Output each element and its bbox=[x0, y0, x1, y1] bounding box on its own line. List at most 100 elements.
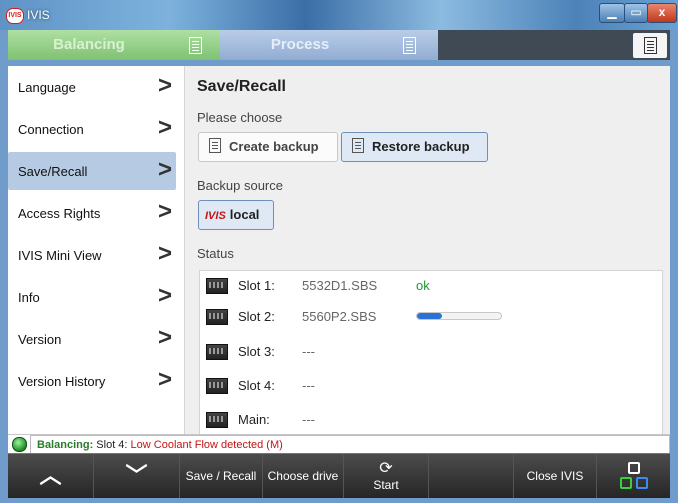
chevron-right-icon: > bbox=[158, 198, 173, 225]
minimize-button[interactable]: ▁ bbox=[599, 3, 625, 23]
chevron-right-icon: > bbox=[158, 366, 173, 393]
slot-card-icon bbox=[206, 344, 228, 360]
tab-process[interactable]: Process bbox=[220, 30, 380, 60]
slot-label: Slot 3: bbox=[238, 344, 275, 359]
ivis-logo: IVIS bbox=[205, 210, 226, 222]
status-prefix: Balancing: bbox=[37, 439, 94, 451]
chevron-up-icon: ︿ bbox=[39, 463, 62, 488]
slot-label: Slot 4: bbox=[238, 378, 275, 393]
close-ivis-button[interactable]: Close IVIS bbox=[514, 454, 597, 498]
network-icon-node bbox=[620, 477, 632, 489]
window-title: IVIS bbox=[27, 8, 50, 22]
slot-row: Slot 1: 5532D1.SBS ok bbox=[200, 275, 660, 299]
status-bar: Balancing: Slot 4: Low Coolant Flow dete… bbox=[8, 434, 670, 454]
sidebar-item-version[interactable]: Version > bbox=[8, 320, 176, 358]
close-window-button[interactable]: x bbox=[647, 3, 677, 23]
sidebar-item-mini-view[interactable]: IVIS Mini View > bbox=[8, 236, 176, 274]
tab-balancing[interactable]: Balancing bbox=[8, 30, 170, 60]
chevron-down-icon: ﹀ bbox=[125, 463, 148, 488]
slot-file: 5532D1.SBS bbox=[302, 278, 378, 293]
create-backup-button[interactable]: Create backup bbox=[198, 132, 338, 162]
status-message: Balancing: Slot 4: Low Coolant Flow dete… bbox=[30, 435, 670, 454]
slot-row: Slot 3: --- bbox=[200, 341, 660, 365]
status-label: Status bbox=[197, 246, 234, 261]
document-icon bbox=[643, 37, 657, 54]
sidebar-item-access-rights[interactable]: Access Rights > bbox=[8, 194, 176, 232]
restore-backup-button[interactable]: Restore backup bbox=[341, 132, 488, 162]
restore-backup-label: Restore backup bbox=[372, 139, 470, 154]
backup-icon bbox=[209, 138, 221, 153]
empty-slot bbox=[429, 454, 514, 498]
sidebar-item-version-history[interactable]: Version History > bbox=[8, 362, 176, 400]
page-title: Save/Recall bbox=[197, 78, 286, 95]
sidebar-item-info[interactable]: Info > bbox=[8, 278, 176, 316]
slot-row: Slot 2: 5560P2.SBS bbox=[200, 306, 660, 330]
slot-card-icon bbox=[206, 412, 228, 428]
sidebar-item-label: Language bbox=[18, 80, 76, 95]
save-recall-panel: Save/Recall Please choose Create backup … bbox=[185, 66, 670, 435]
slot-status-ok: ok bbox=[416, 278, 430, 293]
source-local-button[interactable]: IVIS local bbox=[198, 200, 274, 230]
chevron-right-icon: > bbox=[158, 156, 173, 183]
bottom-toolbar: ︿ ﹀ Save / Recall Choose drive ⟳ Start C… bbox=[8, 453, 670, 498]
start-label: Start bbox=[373, 478, 399, 492]
tab-strip: Balancing Process bbox=[8, 30, 670, 60]
status-warning: Low Coolant Flow detected (M) bbox=[130, 439, 283, 451]
network-button[interactable] bbox=[597, 454, 670, 498]
slot-label: Slot 1: bbox=[238, 278, 275, 293]
chevron-right-icon: > bbox=[158, 72, 173, 99]
sidebar-item-label: Info bbox=[18, 290, 40, 305]
slot-progress-fill bbox=[417, 313, 443, 319]
start-icon: ⟳ bbox=[379, 460, 393, 477]
status-led-icon bbox=[12, 437, 27, 452]
source-local-label: local bbox=[229, 207, 260, 222]
status-slot: Slot 4: bbox=[96, 439, 128, 451]
slot-card-icon bbox=[206, 378, 228, 394]
scroll-down-button[interactable]: ﹀ bbox=[94, 454, 180, 498]
ivis-window: IVIS IVIS ▁ ▭ x Balancing Process Langua… bbox=[0, 0, 678, 503]
tab-process-report[interactable] bbox=[380, 30, 438, 60]
sidebar-item-language[interactable]: Language > bbox=[8, 68, 176, 106]
slot-card-icon bbox=[206, 309, 228, 325]
save-recall-label: Save / Recall bbox=[185, 469, 257, 483]
sidebar-item-save-recall[interactable]: Save/Recall > bbox=[8, 152, 176, 190]
slot-file: --- bbox=[302, 412, 315, 427]
slot-file: --- bbox=[302, 378, 315, 393]
slot-progress-bar bbox=[416, 312, 502, 320]
sidebar-item-label: Access Rights bbox=[18, 206, 101, 221]
slot-row: Slot 4: --- bbox=[200, 375, 660, 399]
sidebar-item-label: IVIS Mini View bbox=[18, 248, 102, 263]
network-icon-node bbox=[636, 477, 648, 489]
settings-sidebar: Language > Connection > Save/Recall > Ac… bbox=[8, 66, 185, 434]
choose-drive-button[interactable]: Choose drive bbox=[263, 454, 344, 498]
report-button[interactable] bbox=[633, 33, 667, 58]
scroll-up-button[interactable]: ︿ bbox=[8, 454, 94, 498]
slot-file: 5560P2.SBS bbox=[302, 309, 377, 324]
slot-card-icon bbox=[206, 278, 228, 294]
chevron-right-icon: > bbox=[158, 282, 173, 309]
slot-label: Slot 2: bbox=[238, 309, 275, 324]
save-recall-button[interactable]: Save / Recall bbox=[180, 454, 263, 498]
start-button[interactable]: ⟳ Start bbox=[344, 454, 429, 498]
chevron-right-icon: > bbox=[158, 324, 173, 351]
status-list: Slot 1: 5532D1.SBS ok Slot 2: 5560P2.SBS… bbox=[199, 270, 663, 435]
title-bar: IVIS IVIS ▁ ▭ x bbox=[0, 0, 678, 30]
sidebar-item-connection[interactable]: Connection > bbox=[8, 110, 176, 148]
app-icon: IVIS bbox=[6, 8, 24, 24]
chevron-right-icon: > bbox=[158, 240, 173, 267]
create-backup-label: Create backup bbox=[229, 139, 319, 154]
slot-label: Main: bbox=[238, 412, 270, 427]
choose-drive-label: Choose drive bbox=[267, 469, 339, 483]
slot-row: Main: --- bbox=[200, 409, 660, 433]
choose-label: Please choose bbox=[197, 110, 283, 125]
sidebar-item-label: Version History bbox=[18, 374, 106, 389]
sidebar-item-label: Version bbox=[18, 332, 62, 347]
maximize-button[interactable]: ▭ bbox=[624, 3, 648, 23]
network-icon bbox=[628, 462, 640, 474]
slot-file: --- bbox=[302, 344, 315, 359]
backup-source-label: Backup source bbox=[197, 178, 283, 193]
backup-icon bbox=[352, 138, 364, 153]
sidebar-item-label: Save/Recall bbox=[18, 164, 88, 179]
tab-balancing-report[interactable] bbox=[170, 30, 220, 60]
document-icon bbox=[188, 37, 202, 54]
